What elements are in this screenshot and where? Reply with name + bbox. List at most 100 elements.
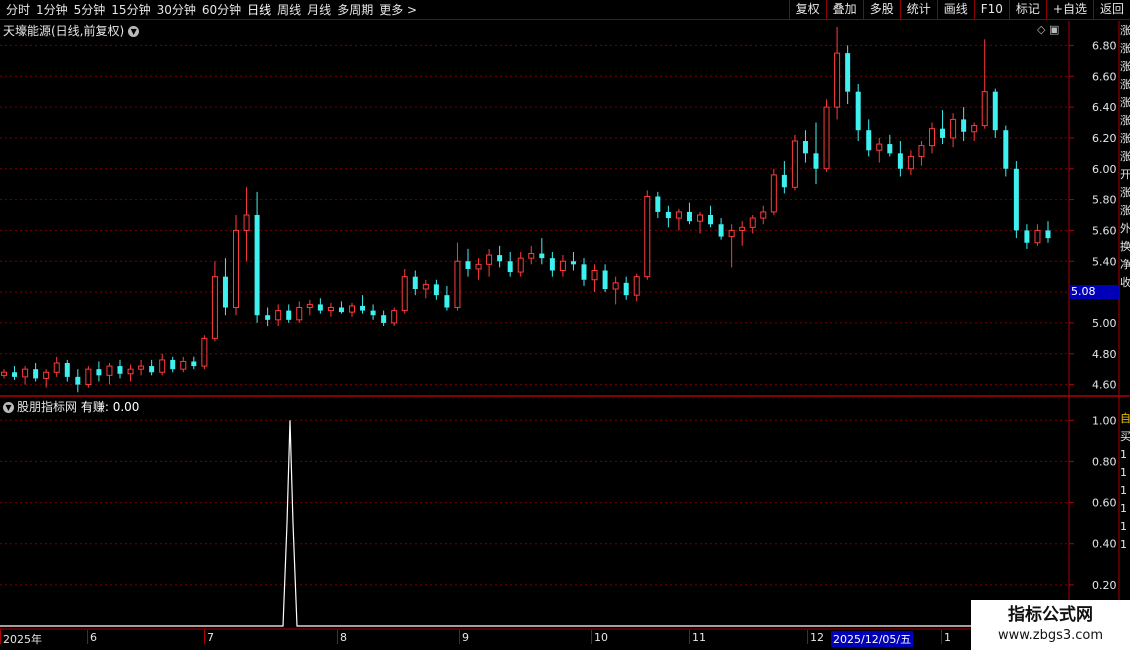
candle-body <box>1013 168 1019 231</box>
candle-body <box>497 255 503 262</box>
candle-body <box>708 215 714 225</box>
date-tick-label: 10 <box>594 631 608 644</box>
candle-body <box>823 106 830 170</box>
candle-body <box>507 261 513 273</box>
candle-body <box>275 310 282 321</box>
side-field-label: 1 <box>1120 448 1127 461</box>
date-tick <box>204 630 205 644</box>
candle-body <box>570 261 576 265</box>
candle-body <box>327 307 334 312</box>
candle-body <box>1034 229 1041 244</box>
candle-body <box>233 229 239 309</box>
side-field-label: 1 <box>1120 538 1127 551</box>
side-field-label: 涨 <box>1120 24 1130 37</box>
candle-body <box>201 337 208 367</box>
candle-body <box>791 140 798 188</box>
candle-body <box>1045 230 1051 239</box>
candle-body <box>170 359 176 370</box>
price-tick-label: 4.60 <box>1092 379 1117 392</box>
side-field-label: 涨 <box>1120 132 1130 145</box>
date-tick <box>689 630 690 644</box>
candle-body <box>117 366 123 374</box>
date-tick <box>87 630 88 644</box>
candle-body <box>454 260 461 308</box>
candle-body <box>64 363 70 377</box>
candle-body <box>43 371 50 379</box>
candle-body <box>306 303 313 308</box>
sub-tick-label: 0.80 <box>1092 455 1117 468</box>
candle-body <box>22 368 29 378</box>
candle-body <box>697 214 703 222</box>
side-field-label: 涨 <box>1120 42 1130 55</box>
date-tick <box>459 630 460 644</box>
candle-body <box>138 365 145 370</box>
date-tick <box>0 630 1 644</box>
price-tick-label: 5.00 <box>1092 317 1117 330</box>
candle-body <box>623 282 629 296</box>
sub-tick-label: 1.00 <box>1092 414 1117 427</box>
candle-body <box>907 155 914 170</box>
price-tick-label: 4.80 <box>1092 348 1117 361</box>
candle-body <box>539 253 545 259</box>
watermark-url: www.zbgs3.com <box>997 628 1104 643</box>
price-tick-label: 5.80 <box>1092 194 1117 207</box>
candle-body <box>349 305 355 313</box>
date-tick-label: 8 <box>340 631 347 644</box>
date-axis: 2025年 6 7 8 9 10 11 12 1 2025/12/05/五 <box>0 630 1070 647</box>
candle-body <box>961 119 967 132</box>
side-field-label: 1 <box>1120 520 1127 533</box>
indicator-value: 有赚: 0.00 <box>80 400 140 414</box>
chart-canvas: 6.806.606.406.206.005.805.605.405.205.00… <box>0 21 1130 630</box>
candle-body <box>412 276 418 289</box>
candle-body <box>486 254 493 265</box>
side-field-label: 外 <box>1120 222 1130 235</box>
candle-body <box>296 307 303 321</box>
candle-body <box>581 264 587 280</box>
price-tick-label: 6.40 <box>1092 101 1117 114</box>
side-field-label: 涨 <box>1120 96 1130 109</box>
side-field-label: 买 <box>1120 430 1130 443</box>
candle-body <box>950 118 957 139</box>
indicator-title[interactable]: ▼ 股朋指标网 有赚: 0.00 <box>3 398 139 415</box>
candle-body <box>897 153 903 169</box>
candle-body <box>222 276 228 308</box>
candle-body <box>433 284 439 296</box>
price-tick-label: 6.00 <box>1092 163 1117 176</box>
candle-body <box>655 196 661 212</box>
candle-body <box>127 368 134 375</box>
candle-body <box>1003 130 1009 169</box>
candle-body <box>381 315 387 323</box>
date-tick-label: 6 <box>90 631 97 644</box>
candle-body <box>644 196 651 278</box>
candle-body <box>549 258 555 271</box>
candle-body <box>106 365 113 376</box>
candle-body <box>53 362 60 373</box>
side-field-label: 1 <box>1120 502 1127 515</box>
candle-body <box>528 253 535 259</box>
candle-body <box>85 368 92 386</box>
candle-body <box>887 144 893 154</box>
candle-body <box>591 270 598 281</box>
candle-body <box>971 125 978 133</box>
candle-body <box>940 128 946 138</box>
candle-body <box>876 143 883 151</box>
date-tick <box>337 630 338 644</box>
candle-body <box>813 153 819 169</box>
side-field-label: 涨 <box>1120 204 1130 217</box>
candle-body <box>465 261 471 269</box>
candle-body <box>254 215 260 316</box>
date-tick <box>807 630 808 644</box>
candle-body <box>739 226 746 231</box>
candle-body <box>612 282 619 290</box>
side-field-label: 1 <box>1120 484 1127 497</box>
candle-body <box>633 276 640 296</box>
candle-body <box>834 52 841 108</box>
price-tick-label: 6.60 <box>1092 70 1117 83</box>
side-field-label: 收 <box>1120 276 1130 289</box>
side-field-label: 涨 <box>1120 186 1130 199</box>
candle-body <box>992 91 998 131</box>
candle-body <box>760 211 767 219</box>
price-tick-label: 6.80 <box>1092 39 1117 52</box>
chevron-down-icon[interactable]: ▼ <box>3 402 14 413</box>
price-tick-label: 6.20 <box>1092 132 1117 145</box>
